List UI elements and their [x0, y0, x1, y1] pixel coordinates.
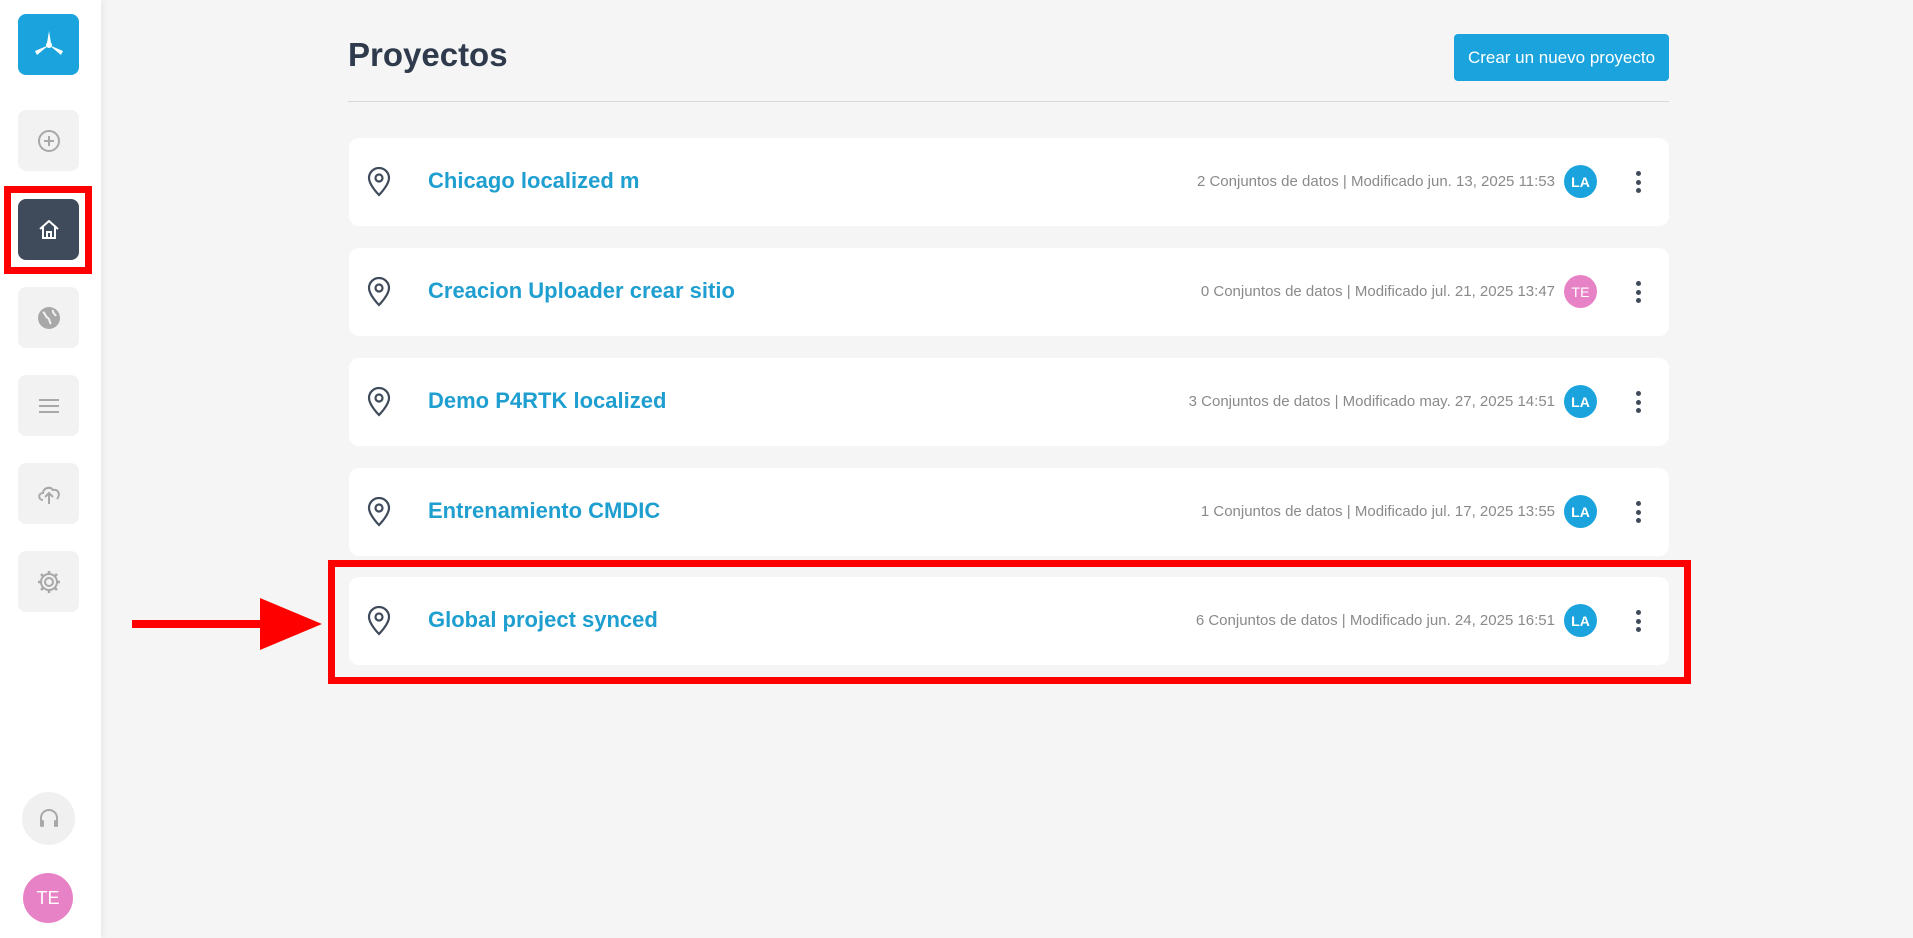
project-name[interactable]: Creacion Uploader crear sitio [428, 278, 735, 304]
project-meta: 0 Conjuntos de datos | Modificado jul. 2… [1200, 283, 1555, 300]
map-pin-icon [367, 387, 391, 417]
owner-avatar: LA [1564, 385, 1597, 418]
project-meta: 3 Conjuntos de datos | Modificado may. 2… [1188, 393, 1555, 410]
sidebar-item-settings[interactable] [18, 551, 79, 612]
sidebar-item-list[interactable] [18, 375, 79, 436]
logo-icon [34, 30, 63, 55]
project-card[interactable]: Chicago localized m 2 Conjuntos de datos… [349, 138, 1669, 226]
project-name[interactable]: Entrenamiento CMDIC [428, 498, 660, 524]
project-name[interactable]: Demo P4RTK localized [428, 388, 666, 414]
cloud-upload-icon [37, 486, 60, 504]
sidebar-item-create[interactable] [18, 110, 79, 171]
owner-avatar: TE [1564, 275, 1597, 308]
annotation-arrow-line [132, 620, 262, 628]
sidebar: TE [0, 0, 101, 938]
annotation-arrow-head [260, 598, 322, 650]
highlight-box-project [328, 560, 1691, 684]
user-avatar[interactable]: TE [23, 873, 73, 923]
map-pin-icon [367, 167, 391, 197]
more-options-icon[interactable] [1631, 278, 1645, 306]
owner-avatar: LA [1564, 165, 1597, 198]
page-title: Proyectos [348, 36, 508, 73]
project-name[interactable]: Chicago localized m [428, 168, 640, 194]
app-logo[interactable] [18, 14, 79, 75]
menu-lines-icon [38, 398, 59, 413]
sidebar-item-globe[interactable] [18, 287, 79, 348]
project-card[interactable]: Entrenamiento CMDIC 1 Conjuntos de datos… [349, 468, 1669, 556]
project-meta: 1 Conjuntos de datos | Modificado jul. 1… [1200, 503, 1555, 520]
project-meta: 2 Conjuntos de datos | Modificado jun. 1… [1196, 173, 1555, 190]
more-options-icon[interactable] [1631, 388, 1645, 416]
globe-icon [37, 306, 60, 329]
more-options-icon[interactable] [1631, 168, 1645, 196]
more-options-icon[interactable] [1631, 498, 1645, 526]
plus-circle-icon [37, 129, 60, 152]
header-divider [348, 101, 1669, 102]
create-project-button[interactable]: Crear un nuevo proyecto [1454, 34, 1669, 81]
highlight-box-home [4, 186, 92, 274]
owner-avatar: LA [1564, 495, 1597, 528]
headset-icon [39, 808, 58, 827]
sidebar-item-upload[interactable] [18, 463, 79, 524]
map-pin-icon [367, 497, 391, 527]
project-card[interactable]: Demo P4RTK localized 3 Conjuntos de dato… [349, 358, 1669, 446]
gear-icon [37, 570, 60, 593]
support-button[interactable] [22, 792, 75, 845]
project-card[interactable]: Creacion Uploader crear sitio 0 Conjunto… [349, 248, 1669, 336]
map-pin-icon [367, 277, 391, 307]
